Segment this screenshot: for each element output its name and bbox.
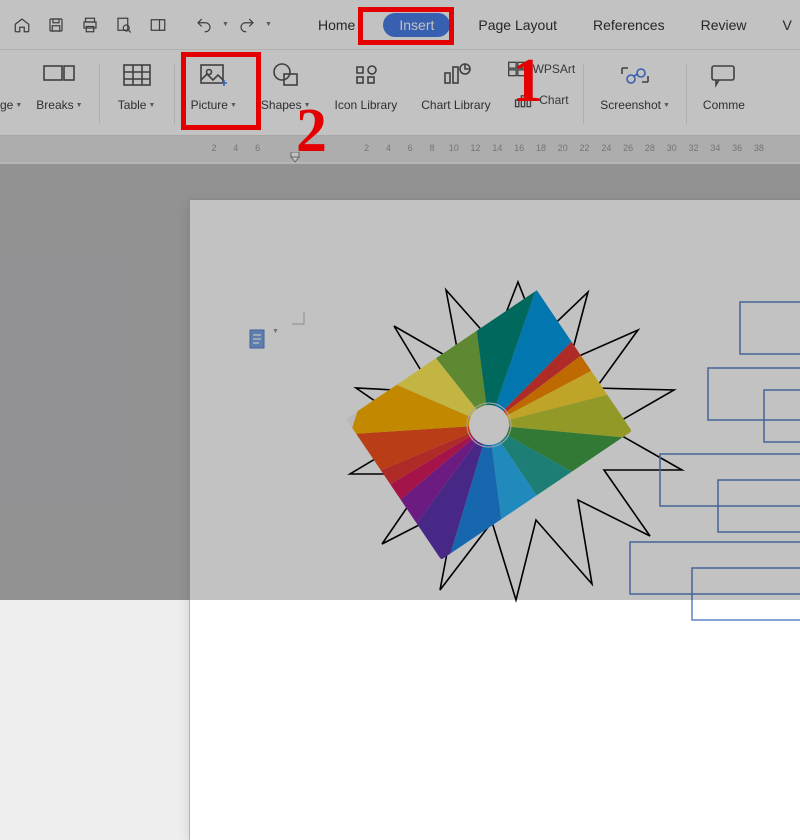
- ribbon-page-partial[interactable]: ge▼: [0, 56, 24, 134]
- qat-print-icon[interactable]: [74, 9, 106, 41]
- tab-insert[interactable]: Insert: [383, 13, 450, 37]
- ribbon-comment-partial[interactable]: Comme: [691, 56, 745, 134]
- label-screenshot: Screenshot: [600, 98, 661, 112]
- ribbon-breaks[interactable]: Breaks▼: [24, 56, 94, 134]
- qat-save-icon[interactable]: [40, 9, 72, 41]
- blue-rect-shapes[interactable]: [600, 290, 800, 650]
- ribbon-insert: ge▼ Breaks▼ Table▼ Picture▼ Shapes▼ Icon…: [0, 50, 800, 136]
- label-breaks: Breaks: [36, 98, 73, 112]
- chart-library-icon: [435, 56, 477, 94]
- tab-bar: Home Insert Page Layout References Revie…: [310, 0, 792, 50]
- tab-view-partial[interactable]: V: [775, 13, 792, 37]
- qat-undo-icon[interactable]: [188, 9, 220, 41]
- ribbon-sep: [174, 64, 175, 124]
- qat-home-icon[interactable]: [6, 9, 38, 41]
- anchor-dd-icon: ▼: [272, 328, 279, 335]
- annotation-number-2: 2: [296, 96, 327, 167]
- annotation-number-1: 1: [512, 46, 543, 117]
- label-chart: Chart: [539, 93, 568, 107]
- document-page[interactable]: ▼: [190, 200, 800, 840]
- ribbon-table[interactable]: Table▼: [104, 56, 170, 134]
- shapes-icon: [265, 56, 307, 94]
- tab-home[interactable]: Home: [310, 13, 363, 37]
- qat-redo-icon[interactable]: [231, 9, 263, 41]
- label-ge: ge: [0, 98, 13, 112]
- tab-review[interactable]: Review: [693, 13, 755, 37]
- breaks-icon: [38, 56, 80, 94]
- label-icon-library: Icon Library: [335, 98, 398, 112]
- label-picture: Picture: [191, 98, 228, 112]
- label-chart-library: Chart Library: [421, 98, 490, 112]
- label-comme: Comme: [703, 98, 745, 112]
- ribbon-sep: [99, 64, 100, 124]
- ribbon-sep: [583, 64, 584, 124]
- ribbon-picture[interactable]: Picture▼: [179, 56, 249, 134]
- tab-page-layout[interactable]: Page Layout: [470, 13, 565, 37]
- page-area: ▼: [0, 164, 800, 600]
- section-doc-icon: [248, 328, 270, 352]
- label-table: Table: [118, 98, 147, 112]
- picture-icon: [193, 56, 235, 94]
- horizontal-ruler[interactable]: 2462468101214161820222426283032343638: [0, 136, 800, 162]
- margin-corner-icon: [290, 310, 308, 328]
- table-icon: [116, 56, 158, 94]
- qat-preview-icon[interactable]: [108, 9, 140, 41]
- tab-references[interactable]: References: [585, 13, 673, 37]
- ribbon-icon-library[interactable]: Icon Library: [323, 56, 410, 134]
- comment-icon: [703, 56, 745, 94]
- icon-library-icon: [345, 56, 387, 94]
- qat-find-icon[interactable]: [142, 9, 174, 41]
- ribbon-chart-library[interactable]: Chart Library: [409, 56, 502, 134]
- screenshot-icon: [614, 56, 656, 94]
- ribbon-screenshot[interactable]: Screenshot▼: [588, 56, 682, 134]
- ribbon-sep: [686, 64, 687, 124]
